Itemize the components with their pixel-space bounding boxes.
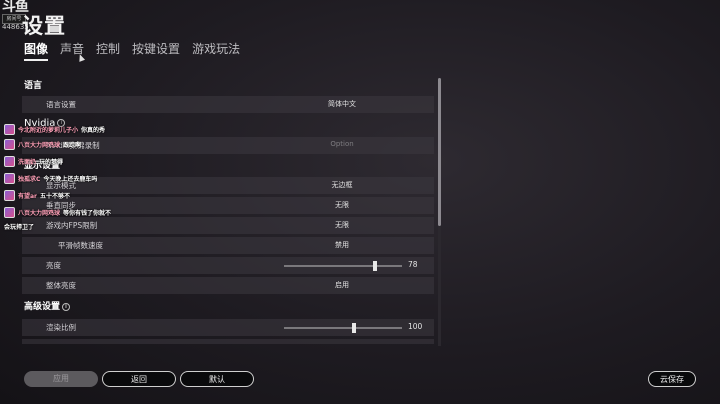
brightness-value: 78: [408, 260, 418, 269]
danmaku-item: 有望ar 五十不够不: [4, 190, 70, 201]
fps-limit-label: 游戏内FPS限制: [46, 221, 98, 230]
display-mode-value[interactable]: 无边框: [282, 180, 402, 190]
row-overall-brightness[interactable]: 整体亮度 启用: [22, 277, 434, 294]
brightness-slider[interactable]: [284, 261, 402, 271]
tab-gameplay[interactable]: 游戏玩法: [192, 40, 240, 57]
brightness-slider-handle[interactable]: [372, 261, 377, 271]
danmaku-item: 八页大力网鸡球 跟踪啊: [4, 139, 81, 150]
danmaku-username: 八页大力网鸡球: [18, 142, 61, 149]
row-fps-limit[interactable]: 游戏内FPS限制 无限: [22, 217, 434, 234]
danmaku-username: 有望ar: [18, 193, 38, 200]
smooth-frame-label: 平滑帧数速度: [58, 241, 103, 250]
danmaku-text: 五十不够不: [40, 193, 71, 200]
cloud-save-button[interactable]: 云保存: [648, 371, 696, 387]
apply-button[interactable]: 应用: [24, 371, 98, 387]
danmaku-item: 八页大力网鸡球 等你有钱了你就不: [4, 207, 111, 218]
avatar: [4, 207, 15, 218]
section-advanced: 高级设置 i: [24, 299, 71, 312]
avatar: [4, 124, 15, 135]
section-language: 语言: [24, 81, 43, 91]
scrollbar-thumb[interactable]: [438, 78, 441, 226]
advanced-heading: 高级设置: [24, 302, 61, 312]
danmaku-item: 洗面奶 玩的梦得: [4, 156, 63, 167]
danmaku-text: 玩的梦得: [39, 159, 64, 166]
default-button[interactable]: 默认: [180, 371, 254, 387]
settings-tabs: 图像 声音 控制 按键设置 游戏玩法: [24, 40, 240, 61]
tab-controls[interactable]: 控制: [96, 40, 120, 57]
danmaku-text: 等你有钱了你就不: [63, 210, 112, 217]
overall-brightness-label: 整体亮度: [46, 281, 76, 290]
nvidia-highlight-value[interactable]: Option: [282, 140, 402, 148]
page-title: 设置: [22, 14, 66, 38]
brightness-label: 亮度: [46, 261, 61, 270]
info-icon[interactable]: i: [62, 302, 71, 311]
smooth-frame-value[interactable]: 禁用: [282, 240, 402, 250]
danmaku-item: 独孤求C 今天晚上还去鹿车吗: [4, 173, 97, 184]
render-scale-label: 渲染比例: [46, 323, 76, 332]
danmaku-username: 独孤求C: [18, 176, 41, 183]
danmaku-username: 洗面奶: [18, 159, 37, 166]
row-smooth-frame[interactable]: 平滑帧数速度 禁用: [22, 237, 434, 254]
avatar: [4, 173, 15, 184]
tab-keybinds[interactable]: 按键设置: [132, 40, 180, 57]
danmaku-text: 会玩捍卫了: [4, 224, 35, 231]
render-scale-slider[interactable]: [284, 323, 402, 333]
overall-brightness-value[interactable]: 启用: [282, 280, 402, 290]
render-scale-value: 100: [408, 322, 423, 331]
fps-limit-value[interactable]: 无限: [282, 220, 402, 230]
avatar: [4, 156, 15, 167]
language-setting-value[interactable]: 简体中文: [282, 99, 402, 109]
danmaku-text: 你真的秀: [81, 127, 106, 134]
render-scale-slider-handle[interactable]: [352, 323, 357, 333]
row-render-scale[interactable]: 渲染比例 100: [22, 319, 434, 336]
danmaku-item: 会玩捍卫了: [4, 222, 34, 231]
row-partial[interactable]: [22, 339, 434, 344]
danmaku-username: 今北附近的萝莉儿子小: [18, 127, 79, 134]
danmaku-username: 八页大力网鸡球: [18, 210, 61, 217]
danmaku-item: 今北附近的萝莉儿子小 你真的秀: [4, 124, 105, 135]
danmaku-text: 今天晚上还去鹿车吗: [43, 176, 98, 183]
danmaku-text: 跟踪啊: [63, 142, 82, 149]
row-language-setting[interactable]: 语言设置 简体中文: [22, 96, 434, 113]
tab-graphics[interactable]: 图像: [24, 40, 49, 61]
avatar: [4, 139, 15, 150]
back-button[interactable]: 返回: [102, 371, 176, 387]
vsync-value[interactable]: 无限: [282, 200, 402, 210]
language-setting-label: 语言设置: [46, 100, 76, 109]
row-nvidia-highlight[interactable]: Nvidia集锦录制 Option: [22, 137, 434, 154]
row-brightness[interactable]: 亮度 78: [22, 257, 434, 274]
avatar: [4, 190, 15, 201]
